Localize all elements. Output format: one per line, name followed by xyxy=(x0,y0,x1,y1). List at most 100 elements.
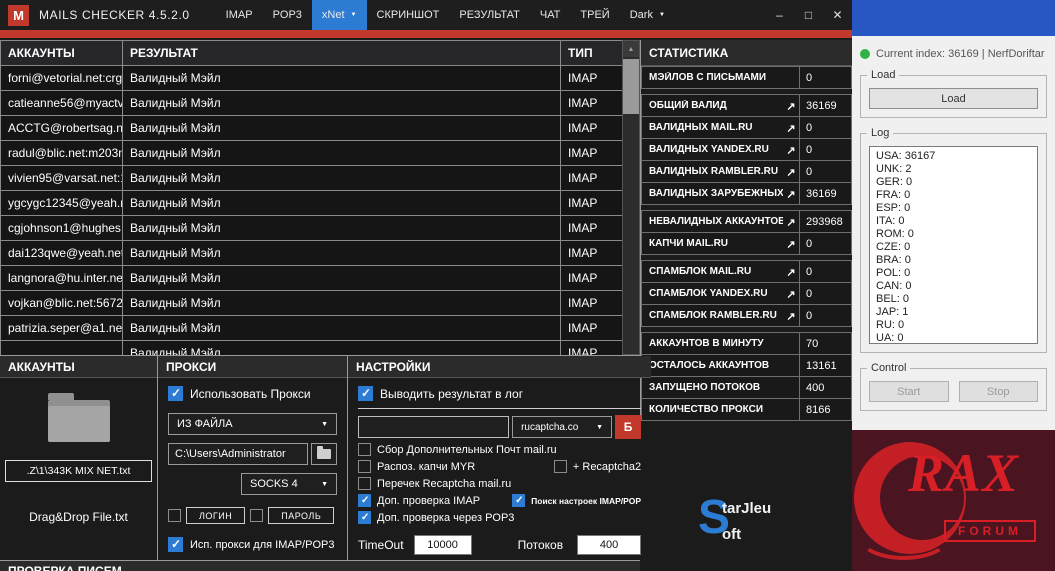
table-row[interactable]: dai123qwe@yeah.net:Валидный МэйлIMAP xyxy=(0,241,640,266)
loader-titlebar[interactable] xyxy=(852,0,1055,36)
table-row[interactable]: ygcygc12345@yeah.nВалидный МэйлIMAP xyxy=(0,191,640,216)
settings-option-row: Доп. проверка через POP3 xyxy=(358,511,641,524)
external-arrow-icon[interactable] xyxy=(783,119,799,137)
table-row[interactable]: cgjohnson1@hughes.Валидный МэйлIMAP xyxy=(0,216,640,241)
stat-row: НЕВАЛИДНЫХ АККАУНТОВ293968 xyxy=(641,210,852,233)
log-output-label: Выводить результат в лог xyxy=(380,387,523,401)
results-scrollbar[interactable] xyxy=(622,40,640,355)
stat-group: НЕВАЛИДНЫХ АККАУНТОВ293968КАПЧИ MAIL.RU0 xyxy=(641,210,852,255)
external-arrow-icon[interactable] xyxy=(783,141,799,159)
external-arrow-icon[interactable] xyxy=(783,185,799,203)
balance-button[interactable]: Б xyxy=(615,415,641,439)
menu-item-pop3[interactable]: POP3 xyxy=(263,0,312,30)
stat-label: КОЛИЧЕСТВО ПРОКСИ xyxy=(642,404,799,415)
proxy-path-input[interactable]: C:\Users\Administrator xyxy=(168,443,308,465)
login-checkbox[interactable] xyxy=(168,509,181,522)
table-row[interactable]: vojkan@blic.net:5672Валидный МэйлIMAP xyxy=(0,291,640,316)
scrollbar-thumb[interactable] xyxy=(623,59,639,114)
menu-item-imap[interactable]: IMAP xyxy=(216,0,263,30)
proxy-source-select[interactable]: ИЗ ФАЙЛА xyxy=(168,413,337,435)
option-checkbox[interactable] xyxy=(358,494,371,507)
divider xyxy=(358,408,641,409)
option-extra-checkbox[interactable] xyxy=(512,494,525,507)
crax-arc-icon xyxy=(858,514,950,560)
stat-value: 36169 xyxy=(799,183,851,204)
table-row[interactable]: vivien95@varsat.net:1Валидный МэйлIMAP xyxy=(0,166,640,191)
external-arrow-icon[interactable] xyxy=(783,285,799,303)
table-row[interactable]: patrizia.seper@a1.net:Валидный МэйлIMAP xyxy=(0,316,640,341)
column-header-result[interactable]: РЕЗУЛЬТАТ xyxy=(123,41,561,65)
option-checkbox[interactable] xyxy=(358,477,371,490)
settings-option-row: Перечек Recaptcha mail.ru xyxy=(358,477,641,490)
close-button[interactable]: ✕ xyxy=(823,0,852,30)
stat-row: КОЛИЧЕСТВО ПРОКСИ8166 xyxy=(641,398,852,421)
threads-input[interactable]: 400 xyxy=(577,535,641,555)
folder-icon xyxy=(317,449,331,459)
stat-group: АККАУНТОВ В МИНУТУ70ОСТАЛОСЬ АККАУНТОВ13… xyxy=(641,332,852,421)
current-index-text: Current index: 36169 | NerfDoriftar xyxy=(876,48,1045,60)
password-checkbox[interactable] xyxy=(250,509,263,522)
stat-value: 400 xyxy=(799,377,851,398)
statistics-header: СТАТИСТИКА xyxy=(641,40,852,66)
captcha-service-select[interactable]: rucaptcha.co xyxy=(512,416,612,438)
minimize-button[interactable]: – xyxy=(765,0,794,30)
timeout-row: TimeOut 10000 Потоков 400 xyxy=(358,535,641,555)
proxy-imap-pop3-checkbox[interactable] xyxy=(168,537,183,552)
account-cell: ACCTG@robertsag.net xyxy=(1,116,123,140)
menu-item-результат[interactable]: РЕЗУЛЬТАТ xyxy=(449,0,529,30)
account-cell: forni@vetorial.net:crg xyxy=(1,66,123,90)
proxy-panel: ПРОКСИ Использовать Прокси ИЗ ФАЙЛА C:\U… xyxy=(158,356,348,571)
log-group-label: Log xyxy=(867,127,893,139)
titlebar-menu: IMAPPOP3xNetСКРИНШОТРЕЗУЛЬТАТЧАТТРЕЙDark xyxy=(216,0,675,30)
password-button[interactable]: ПАРОЛЬ xyxy=(268,507,334,524)
log-output-checkbox[interactable] xyxy=(358,386,373,401)
log-list[interactable]: USA: 36167UNK: 2GER: 0FRA: 0ESP: 0ITA: 0… xyxy=(869,146,1038,344)
menu-item-dark[interactable]: Dark xyxy=(620,0,675,30)
result-cell: Валидный Мэйл xyxy=(123,316,561,340)
external-arrow-icon[interactable] xyxy=(783,235,799,253)
proxy-type-select[interactable]: SOCKS 4 xyxy=(241,473,337,495)
column-header-type[interactable]: ТИП xyxy=(561,41,623,65)
stat-value: 0 xyxy=(799,261,851,282)
external-arrow-icon[interactable] xyxy=(783,263,799,281)
menu-item-чат[interactable]: ЧАТ xyxy=(530,0,571,30)
stat-label: ЗАПУЩЕНО ПОТОКОВ xyxy=(642,382,799,393)
timeout-input[interactable]: 10000 xyxy=(414,535,472,555)
log-entry: ITA: 0 xyxy=(876,215,1031,228)
current-index-row: Current index: 36169 | NerfDoriftar xyxy=(860,48,1047,60)
settings-option-row: Распоз. капчи MYR+ Recaptcha2 xyxy=(358,460,641,473)
table-row[interactable]: forni@vetorial.net:crgВалидный МэйлIMAP xyxy=(0,66,640,91)
external-arrow-icon[interactable] xyxy=(783,97,799,115)
menu-item-трей[interactable]: ТРЕЙ xyxy=(570,0,619,30)
table-row[interactable]: radul@blic.net:m203nВалидный МэйлIMAP xyxy=(0,141,640,166)
external-arrow-icon[interactable] xyxy=(783,163,799,181)
option-checkbox[interactable] xyxy=(358,511,371,524)
option-checkbox[interactable] xyxy=(358,443,371,456)
column-header-accounts[interactable]: АККАУНТЫ xyxy=(1,41,123,65)
start-button[interactable]: Start xyxy=(869,381,949,402)
use-proxy-checkbox[interactable] xyxy=(168,386,183,401)
table-row[interactable]: ACCTG@robertsag.netВалидный МэйлIMAP xyxy=(0,116,640,141)
table-row[interactable]: langnora@hu.inter.neВалидный МэйлIMAP xyxy=(0,266,640,291)
accounts-dropzone[interactable]: .Z\1\343K MIX NET.txt Drag&Drop File.txt xyxy=(0,378,157,524)
stat-row: ОБЩИЙ ВАЛИД36169 xyxy=(641,94,852,117)
log-entry: JAP: 1 xyxy=(876,306,1031,319)
external-arrow-icon[interactable] xyxy=(783,307,799,325)
external-arrow-icon[interactable] xyxy=(783,213,799,231)
scrollbar-up-icon[interactable] xyxy=(623,41,639,57)
stop-button[interactable]: Stop xyxy=(959,381,1039,402)
captcha-key-input[interactable] xyxy=(358,416,509,438)
menu-item-xnet[interactable]: xNet xyxy=(312,0,367,30)
option-extra-checkbox[interactable] xyxy=(554,460,567,473)
login-button[interactable]: ЛОГИН xyxy=(186,507,245,524)
load-button[interactable]: Load xyxy=(869,88,1038,109)
accounts-file-path[interactable]: .Z\1\343K MIX NET.txt xyxy=(5,460,152,482)
stat-label: СПАМБЛОК RAMBLER.RU xyxy=(642,310,783,321)
type-cell: IMAP xyxy=(561,266,623,290)
browse-folder-button[interactable] xyxy=(311,443,337,465)
menu-item-скриншот[interactable]: СКРИНШОТ xyxy=(367,0,450,30)
table-row[interactable]: catieanne56@myactv.Валидный МэйлIMAP xyxy=(0,91,640,116)
option-checkbox[interactable] xyxy=(358,460,371,473)
maximize-button[interactable]: □ xyxy=(794,0,823,30)
log-entry: RU: 0 xyxy=(876,319,1031,332)
